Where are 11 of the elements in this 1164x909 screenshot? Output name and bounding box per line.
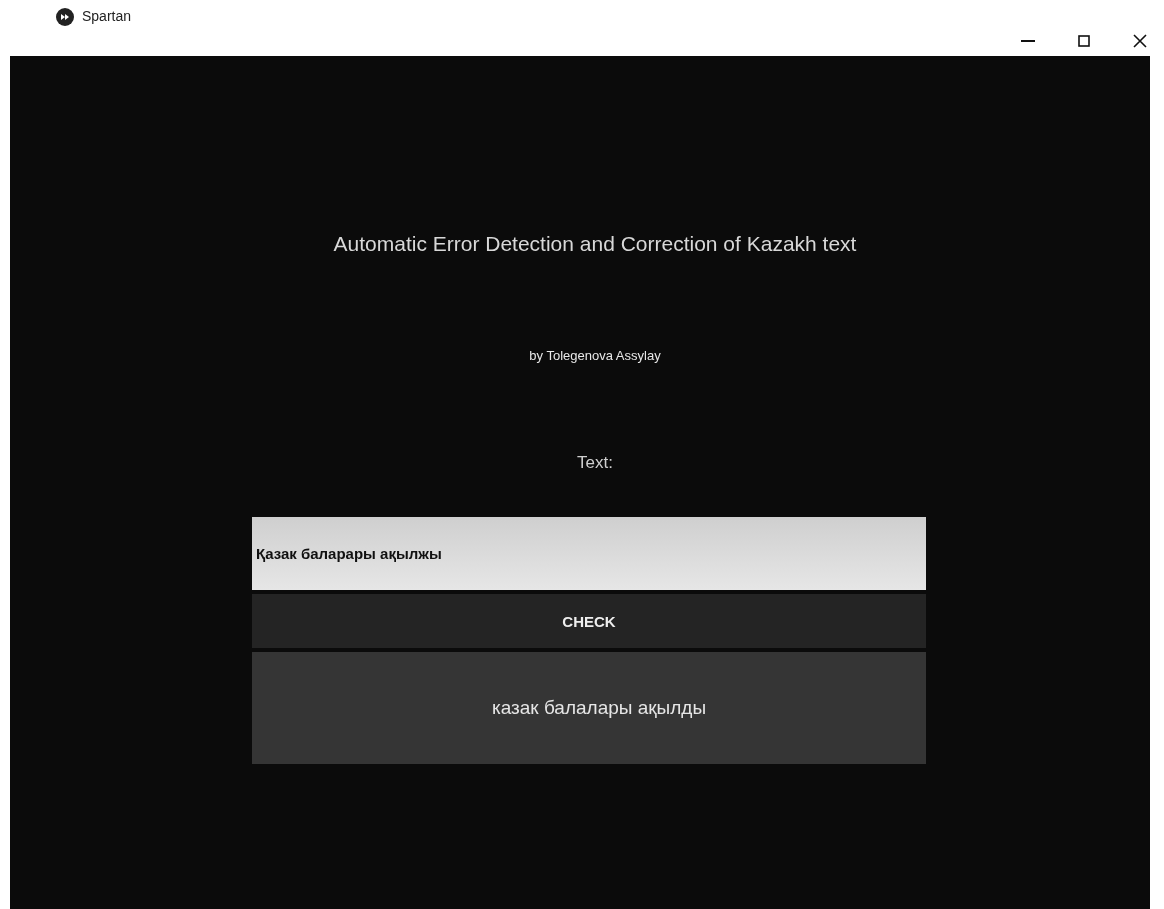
window-title: Spartan [82,8,132,24]
text-input-field[interactable]: Қазак баларары ақылжы [252,517,926,590]
close-icon [1133,34,1147,48]
minimize-icon [1021,40,1035,42]
app-heading: Automatic Error Detection and Correction of Kazakh text [332,232,857,256]
author-text: by Tolegenova Assylay [528,348,661,363]
check-button[interactable]: CHECK [252,594,926,648]
result-text: казак балалары ақылды [491,697,707,719]
maximize-icon [1078,35,1090,47]
app-logo-icon [56,8,74,26]
input-label: Text: [576,453,613,473]
